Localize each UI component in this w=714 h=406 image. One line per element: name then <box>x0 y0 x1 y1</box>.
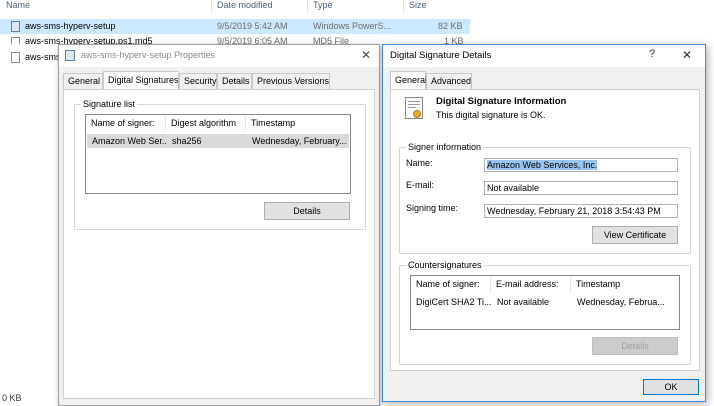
file-row[interactable]: aws-sms-hyperv-setup.ps1.sha256 <box>0 50 58 65</box>
file-row[interactable]: aws-sms-hyperv-setup 9/5/2019 5:42 AM Wi… <box>0 19 470 34</box>
help-icon[interactable]: ? <box>649 48 655 60</box>
details-button[interactable]: Details <box>264 202 350 220</box>
ok-button[interactable]: OK <box>643 379 699 395</box>
view-certificate-button[interactable]: View Certificate <box>592 226 678 244</box>
signature-list[interactable]: Name of signer: Digest algorithm Timesta… <box>85 114 351 194</box>
tab-details[interactable]: Details <box>217 73 252 89</box>
digital-signatures-panel: Signature list Name of signer: Digest al… <box>63 89 375 399</box>
powershell-file-icon <box>65 50 75 61</box>
list-header[interactable]: Name of signer: <box>411 276 491 293</box>
powershell-file-icon <box>11 21 20 32</box>
list-cell: sha256 <box>172 136 202 146</box>
table-row[interactable]: Amazon Web Ser... sha256 Wednesday, Febr… <box>87 134 349 148</box>
info-status: This digital signature is OK. <box>436 110 546 120</box>
dialog-title: Digital Signature Details <box>390 50 492 61</box>
file-name: aws-sms-hyperv-setup.ps1.md5 <box>25 36 153 44</box>
properties-titlebar[interactable]: aws-sms-hyperv-setup Properties ✕ <box>59 45 379 67</box>
file-type: Windows PowerS... <box>313 21 392 31</box>
column-header-name[interactable]: Name <box>6 0 30 13</box>
list-cell: DigiCert SHA2 Ti... <box>416 297 492 307</box>
tab-general[interactable]: General <box>63 73 103 89</box>
file-date: 9/5/2019 5:42 AM <box>217 21 288 31</box>
info-heading: Digital Signature Information <box>436 96 567 107</box>
column-header-type[interactable]: Type <box>313 0 333 13</box>
dialog-tabs: General Advanced <box>390 71 490 89</box>
file-name: aws-sms-hyperv-setup <box>25 21 116 31</box>
countersignatures-label: Countersignatures <box>406 260 484 270</box>
tab-previous-versions[interactable]: Previous Versions <box>252 73 330 89</box>
status-bar-size: 0 KB <box>2 393 22 403</box>
digital-signature-details-dialog: Digital Signature Details ? ✕ General Ad… <box>382 44 706 402</box>
tab-digital-signatures[interactable]: Digital Signatures <box>103 71 179 89</box>
close-icon[interactable]: ✕ <box>361 48 371 62</box>
column-separator[interactable] <box>211 0 212 13</box>
file-type: MD5 File <box>313 36 350 44</box>
table-row[interactable]: DigiCert SHA2 Ti... Not available Wednes… <box>412 295 678 309</box>
name-label: Name: <box>406 158 433 168</box>
tab-security[interactable]: Security <box>179 73 217 89</box>
properties-tabs: General Digital Signatures Security Deta… <box>63 71 363 89</box>
signature-list-label: Signature list <box>81 99 138 109</box>
file-date: 9/5/2019 6:05 AM <box>217 36 288 44</box>
list-header[interactable]: Digest algorithm <box>166 115 246 132</box>
column-separator[interactable] <box>403 0 404 13</box>
countersignatures-list[interactable]: Name of signer: E-mail address: Timestam… <box>410 275 680 330</box>
file-name: aws-sms-hyperv-setup.ps1.sha256 <box>25 52 58 62</box>
general-panel: Digital Signature Information This digit… <box>390 89 700 371</box>
list-cell: Wednesday, February... <box>252 136 347 146</box>
signer-group-label: Signer information <box>406 142 484 152</box>
list-cell: Wednesday, Februa... <box>577 297 665 307</box>
column-separator[interactable] <box>307 0 308 13</box>
close-icon[interactable]: ✕ <box>682 48 692 62</box>
list-header[interactable]: Name of signer: <box>86 115 166 132</box>
file-size: 82 KB <box>438 21 463 31</box>
countersignature-details-button[interactable]: Details <box>592 337 678 355</box>
file-row[interactable]: aws-sms-hyperv-setup.ps1.md5 9/5/2019 6:… <box>0 35 470 44</box>
certificate-document-icon <box>405 97 423 119</box>
signing-time-label: Signing time: <box>406 203 459 213</box>
dialog-titlebar[interactable]: Digital Signature Details ? ✕ <box>383 45 705 67</box>
signing-time-field[interactable]: Wednesday, February 21, 2018 3:54:43 PM <box>484 204 678 218</box>
tab-general[interactable]: General <box>390 71 427 89</box>
list-header[interactable]: Timestamp <box>571 276 679 293</box>
list-cell: Amazon Web Ser... <box>92 136 166 146</box>
email-label: E-mail: <box>406 180 435 190</box>
list-header[interactable]: Timestamp <box>246 115 350 132</box>
list-header[interactable]: E-mail address: <box>491 276 571 293</box>
name-field[interactable]: Amazon Web Services, Inc. <box>484 158 678 172</box>
tab-advanced[interactable]: Advanced <box>426 73 472 89</box>
file-icon <box>11 52 20 63</box>
column-header-size[interactable]: Size <box>409 0 427 13</box>
file-icon <box>11 37 20 44</box>
column-header-date[interactable]: Date modified <box>217 0 273 13</box>
properties-window: aws-sms-hyperv-setup Properties ✕ Genera… <box>58 44 380 406</box>
email-field[interactable]: Not available <box>484 181 678 195</box>
properties-title: aws-sms-hyperv-setup Properties <box>81 50 216 60</box>
file-size: 1 KB <box>444 36 464 44</box>
list-cell: Not available <box>497 297 550 307</box>
